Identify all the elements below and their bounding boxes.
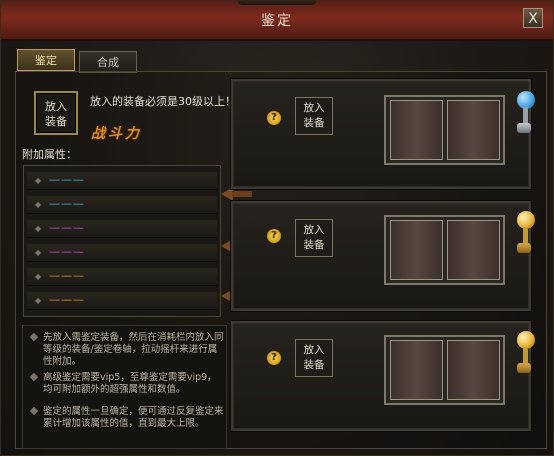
bullet-icon: ◆ [35,200,42,209]
slot-label-line2: 装备 [303,239,325,251]
attribute-row: ◆ ——— [27,220,217,238]
pull-lever[interactable] [513,331,535,375]
attribute-value: ——— [49,197,85,210]
attribute-value: ——— [49,269,85,282]
bullet-icon [29,406,39,416]
slot-label-line1: 放入 [303,344,325,356]
slot-label-line1: 放入 [45,100,67,113]
question-icon[interactable]: ? [267,229,281,243]
attribute-row: ◆ ——— [27,172,217,190]
reel-window [384,95,505,165]
lever-base [517,363,531,373]
reel-slot [390,100,443,160]
bullet-icon [29,332,39,342]
title-ornament [237,0,317,5]
slot-label-line2: 装备 [303,117,325,129]
identify-card-basic: ? 放入 装备 [231,79,535,189]
lever-base [517,243,531,253]
reel-window [384,215,505,285]
bullet-icon: ◆ [35,224,42,233]
tab-synthesize[interactable]: 合成 [79,51,137,73]
identify-window: 鉴定 X 鉴定 合成 放入 装备 放入的装备必须是30级以上！ 战斗力 附加属性… [0,0,554,456]
attribute-list: ◆ ——— ◆ ——— ◆ ——— ◆ ——— ◆ ——— ◆ ——— [23,165,221,317]
reel-slot [390,220,443,280]
bullet-icon: ◆ [35,296,42,305]
reel-slot [447,100,500,160]
attribute-value: ——— [49,245,85,258]
level-requirement-notice: 放入的装备必须是30级以上！ [90,95,236,108]
attribute-row: ◆ ——— [27,268,217,286]
lever-base [517,123,531,133]
bullet-icon: ◆ [35,248,42,257]
slot-label-line1: 放入 [303,224,325,236]
slot-label-line2: 装备 [303,359,325,371]
attribute-value: ——— [49,173,85,186]
slot-label-line1: 放入 [303,102,325,114]
reel-slot [447,220,500,280]
slot-label-line2: 装备 [45,115,67,128]
bullet-icon: ◆ [35,176,42,185]
tip-text: 先放入需鉴定装备，然后在消耗栏内放入同等级的装备/鉴定卷轴，拉动摇杆来进行属性附… [43,332,224,367]
attributes-label: 附加属性： [22,148,77,161]
pull-lever[interactable] [513,91,535,135]
reel-window [384,335,505,405]
tip-item: 先放入需鉴定装备，然后在消耗栏内放入同等级的装备/鉴定卷轴，拉动摇杆来进行属性附… [29,332,225,368]
reel-slot [447,340,500,400]
tip-text: 鉴定的属性一旦确定，便可通过反复鉴定来累计增加该属性的值，直到最大上限。 [43,406,224,429]
attribute-value: ——— [49,293,85,306]
card-equipment-slot[interactable]: 放入 装备 [295,219,333,257]
window-title: 鉴定 [261,13,293,29]
attribute-row: ◆ ——— [27,292,217,310]
close-button[interactable]: X [523,8,543,28]
tip-item: 鉴定的属性一旦确定，便可通过反复鉴定来累计增加该属性的值，直到最大上限。 [29,406,225,430]
reel-slot [390,340,443,400]
tips-box: 先放入需鉴定装备，然后在消耗栏内放入同等级的装备/鉴定卷轴，拉动摇杆来进行属性附… [22,325,227,449]
arrow-left-icon [221,187,253,201]
bullet-icon: ◆ [35,272,42,281]
pull-lever[interactable] [513,211,535,255]
identify-card-supreme: ? 放入 装备 [231,321,535,431]
identify-card-advanced: ? 放入 装备 [231,201,535,311]
equipment-panel: 放入 装备 放入的装备必须是30级以上！ 战斗力 附加属性： ◆ ——— ◆ —… [20,79,252,449]
combat-power-label: 战斗力 [91,126,142,142]
card-equipment-slot[interactable]: 放入 装备 [295,339,333,377]
tip-text: 高级鉴定需要vip5，至尊鉴定需要vip9，均可附加额外的超强属性和数值。 [43,372,217,395]
attribute-row: ◆ ——— [27,196,217,214]
title-bar: 鉴定 X [1,0,553,41]
question-icon[interactable]: ? [267,111,281,125]
question-icon[interactable]: ? [267,351,281,365]
tab-identify[interactable]: 鉴定 [17,49,75,71]
card-equipment-slot[interactable]: 放入 装备 [295,97,333,135]
attribute-row: ◆ ——— [27,244,217,262]
main-equipment-slot[interactable]: 放入 装备 [34,91,78,135]
tip-item: 高级鉴定需要vip5，至尊鉴定需要vip9，均可附加额外的超强属性和数值。 [29,372,225,396]
attribute-value: ——— [49,221,85,234]
bullet-icon [29,372,39,382]
